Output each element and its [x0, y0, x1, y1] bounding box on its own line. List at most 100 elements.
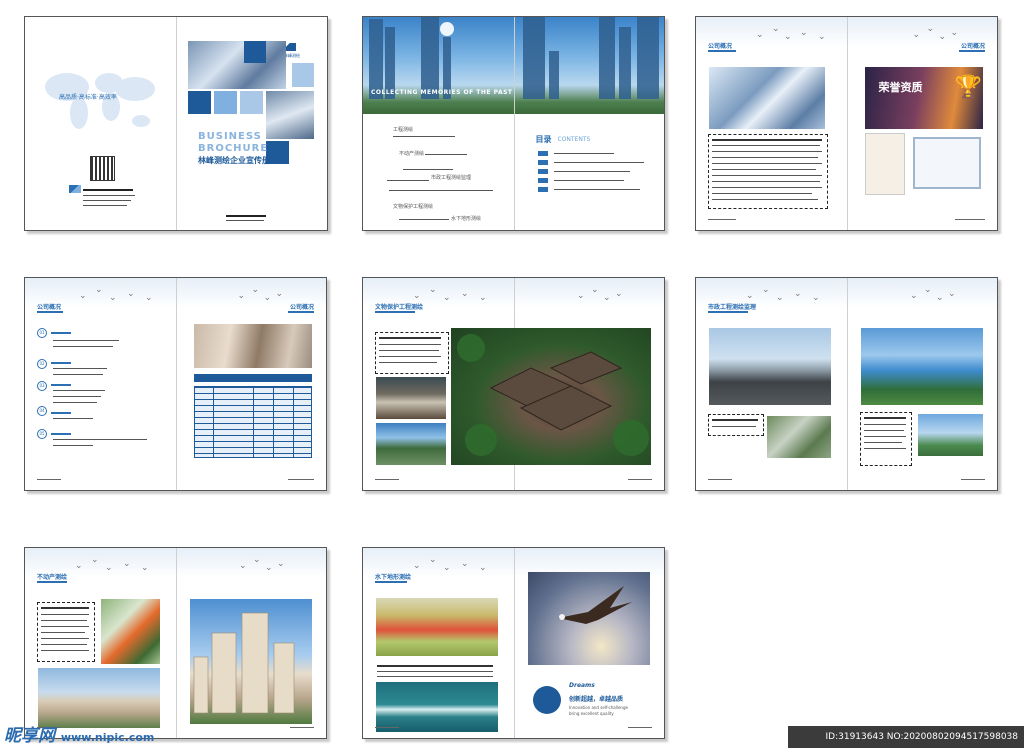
back-text-line — [83, 189, 133, 191]
section-title: 文物保护工程测绘 — [375, 304, 424, 311]
cover-front-page: 林峰测绘 BUSINESS BROCHURE 林峰测绘企业宣传册 — [176, 17, 327, 230]
banner-title: COLLECTING MEMORIES OF THE PAST — [371, 89, 513, 96]
text-line — [53, 368, 107, 369]
old-building-photo — [376, 377, 446, 419]
text-placeholder-box — [860, 412, 912, 466]
watermark-url: www.nipic.com — [60, 731, 155, 744]
watermark-brand: 昵享网 — [4, 726, 55, 746]
cover-business: BUSINESS — [198, 131, 262, 142]
text-line — [53, 445, 93, 446]
toc-rule — [403, 169, 453, 170]
section-title-bar — [288, 311, 314, 313]
jet-ski-photo — [376, 682, 498, 732]
cover-footer-line — [226, 215, 266, 217]
birds-graphic: ⌄ ⌄ ⌄ ⌄ ⌄ — [756, 24, 826, 42]
image-id-watermark: ID:31913643 NO:20200802094517598038 — [788, 726, 1024, 748]
toc-entry-line — [553, 162, 644, 163]
back-text-line — [83, 205, 127, 206]
birds-graphic: ⌄ ⌄ ⌄ ⌄ — [912, 24, 959, 42]
text-line — [53, 402, 97, 403]
high-rise-buildings-graphic — [193, 612, 295, 714]
trophy-icon: 🏆 — [954, 75, 982, 100]
dreams-slogan-en1: Innovation and self-challenge — [569, 705, 628, 710]
text-line — [379, 344, 441, 345]
birds-graphic: ⌄ ⌄ ⌄ ⌄ ⌄ — [79, 285, 153, 303]
toc-left-page: 工程测绘 不动产测绘 市政工程测绘监理 文物保护工程测绘 水下地形测绘 — [363, 114, 514, 230]
back-text-line — [83, 195, 135, 196]
text-line — [864, 417, 906, 419]
profile2-right-page: ⌄ ⌄ ⌄ ⌄ 公司概况 — [176, 278, 327, 490]
cover-brochure: BROCHURE — [198, 143, 269, 154]
text-line — [377, 671, 493, 672]
toc-entry — [537, 160, 548, 165]
spread-underwater: ⌄ ⌄ ⌄ ⌄ ⌄ 水下地形测绘 Dreams 创新超越，卓越品质 Innovation… — [362, 547, 665, 739]
surveyor-photo — [101, 599, 160, 664]
toc-entry-line — [553, 171, 630, 172]
dreams-badge-icon — [533, 686, 561, 714]
qr-code — [90, 156, 115, 181]
text-line — [53, 396, 101, 397]
text-line — [712, 175, 822, 176]
text-line — [712, 145, 820, 146]
section-title-bar — [959, 50, 985, 52]
section-title-bar — [708, 311, 748, 313]
text-line — [377, 665, 493, 667]
birds-graphic: ⌄ ⌄ ⌄ ⌄ — [910, 285, 956, 303]
road-photo — [709, 328, 831, 405]
page-footer-line — [37, 479, 61, 480]
text-line — [379, 356, 441, 357]
toc-rule — [399, 219, 449, 220]
meeting-photo — [193, 324, 312, 368]
toc-rule — [393, 136, 455, 137]
text-line — [379, 337, 441, 339]
certificate-1 — [864, 133, 905, 195]
text-line — [712, 199, 818, 200]
text-line — [53, 390, 105, 391]
bullet-heading — [51, 362, 71, 364]
text-line — [41, 614, 89, 615]
page-footer-line — [628, 479, 652, 480]
cover-back-page: 高品质·高标准·高效率 — [25, 17, 176, 230]
birds-graphic: ⌄ ⌄ ⌄ ⌄ ⌄ — [413, 285, 487, 303]
back-logo — [69, 185, 81, 193]
text-line — [712, 187, 822, 188]
text-line — [712, 426, 756, 427]
text-line — [712, 157, 818, 158]
toc-heading: 目录 — [535, 135, 552, 144]
birds-graphic: ⌄ ⌄ ⌄ ⌄ ⌄ — [75, 555, 149, 573]
spread-heritage: ⌄ ⌄ ⌄ ⌄ ⌄ ⌄ ⌄ ⌄ ⌄ 文物保护工程测绘 — [362, 277, 665, 491]
text-line — [379, 350, 439, 351]
section-title-bar — [375, 311, 415, 313]
text-line — [41, 626, 89, 627]
toc-item-2: 不动产测绘 — [399, 151, 425, 157]
text-line — [864, 436, 906, 437]
text-line — [864, 430, 904, 431]
page-footer-line — [708, 219, 736, 220]
toc-entry-line — [553, 153, 614, 154]
spread-profile-2: ⌄ ⌄ ⌄ ⌄ ⌄ 公司概况 01 02 03 04 05 ⌄ ⌄ ⌄ ⌄ 公司概况 — [24, 277, 327, 491]
text-line — [712, 139, 822, 141]
text-line — [53, 340, 119, 341]
toc-item-5: 水下地形测绘 — [451, 216, 482, 222]
river-bridge-photo — [861, 328, 983, 405]
toc-item-1: 工程测绘 — [393, 127, 414, 133]
data-table — [193, 386, 312, 458]
toc-entry — [537, 187, 548, 192]
profile-left-page: ⌄ ⌄ ⌄ ⌄ ⌄ 公司概况 — [696, 17, 847, 230]
birds-graphic: ⌄ ⌄ ⌄ ⌄ — [237, 285, 284, 303]
page-footer-line — [628, 727, 652, 728]
spread-municipal: ⌄ ⌄ ⌄ ⌄ ⌄ ⌄ ⌄ ⌄ ⌄ 市政工程测绘监理 — [695, 277, 998, 491]
page-footer-line — [375, 727, 399, 728]
text-line — [864, 424, 906, 425]
dreams-slogan-cn: 创新超越，卓越品质 — [569, 696, 624, 703]
section-title-right: 公司概况 — [960, 43, 985, 50]
section-title: 公司概况 — [708, 43, 733, 50]
toc-entry-line — [553, 189, 640, 190]
toc-entry — [537, 169, 548, 174]
spread-realestate: ⌄ ⌄ ⌄ ⌄ ⌄ ⌄ ⌄ ⌄ ⌄ 不动产测绘 — [24, 547, 327, 739]
spread-company-profile: ⌄ ⌄ ⌄ ⌄ ⌄ 公司概况 ⌄ ⌄ ⌄ ⌄ 公司概况 荣誉资质 🏆 — [695, 16, 998, 231]
cover-subtitle: 林峰测绘企业宣传册 — [198, 156, 270, 165]
table-header-bar — [193, 374, 312, 382]
birds-graphic: ⌄ ⌄ ⌄ ⌄ ⌄ — [746, 285, 820, 303]
toc-rule — [425, 154, 467, 155]
